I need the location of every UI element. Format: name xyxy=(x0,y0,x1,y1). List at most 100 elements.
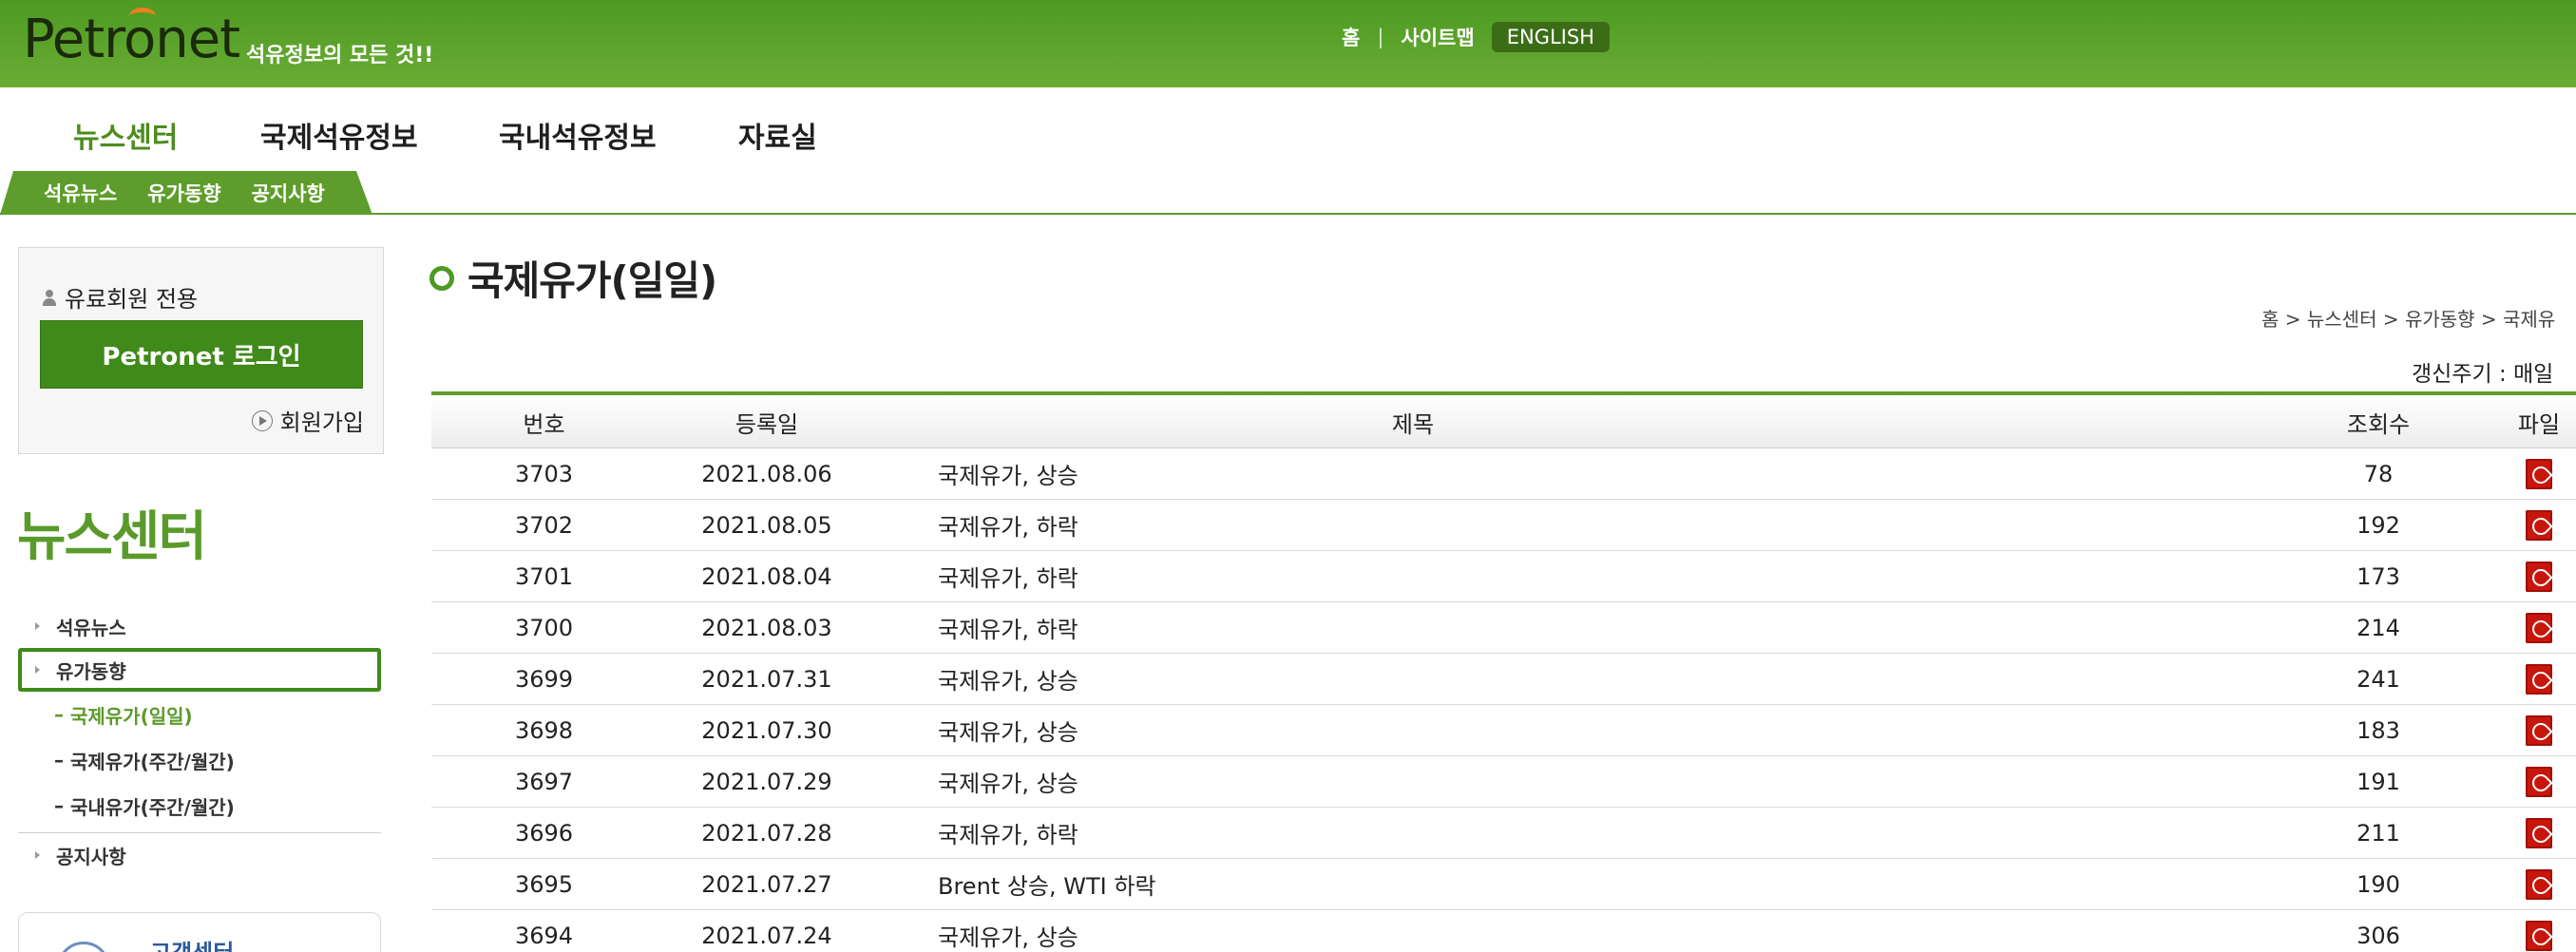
table-row[interactable]: 3699 2021.07.31 국제유가, 상승 241 xyxy=(431,654,2576,705)
col-header-number: 번호 xyxy=(523,410,565,438)
member-only-label: 유료회원 전용 xyxy=(40,280,198,314)
subnav-oil-news[interactable]: 석유뉴스 xyxy=(44,179,117,207)
sidebar-subitem-label: 국내유가(주간/월간) xyxy=(69,795,235,819)
circle-play-icon xyxy=(251,409,273,431)
row-date: 2021.07.27 xyxy=(701,870,832,898)
row-title-link[interactable]: 국제유가, 하락 xyxy=(938,602,1888,653)
sub-navigation: 석유뉴스 유가동향 공지사항 xyxy=(0,171,372,215)
row-date: 2021.07.29 xyxy=(701,768,832,795)
table-row[interactable]: 3695 2021.07.27 Brent 상승, WTI 하락 190 xyxy=(431,859,2576,910)
row-file xyxy=(2434,756,2576,807)
row-title-link[interactable]: 국제유가, 상승 xyxy=(938,654,1888,704)
row-title-link[interactable]: 국제유가, 상승 xyxy=(938,448,1888,499)
sidebar-subitem-intl-daily[interactable]: – 국제유가(일일) xyxy=(18,692,381,737)
row-views: 190 xyxy=(2357,870,2400,898)
row-number: 3703 xyxy=(514,460,574,487)
row-file xyxy=(2434,808,2576,858)
sidebar-item-price-trends[interactable]: 유가동향 xyxy=(18,648,381,692)
person-icon xyxy=(40,288,59,307)
dash-icon: – xyxy=(54,749,70,771)
row-title-link[interactable]: 국제유가, 상승 xyxy=(938,705,1888,755)
table-row[interactable]: 3698 2021.07.30 국제유가, 상승 183 xyxy=(431,705,2576,756)
row-views: 183 xyxy=(2357,716,2400,744)
row-file xyxy=(2434,654,2576,704)
row-date: 2021.08.03 xyxy=(701,614,832,641)
row-views: 241 xyxy=(2357,665,2400,693)
row-number: 3701 xyxy=(514,562,574,590)
table-row[interactable]: 3700 2021.08.03 국제유가, 하락 214 xyxy=(431,602,2576,654)
table-row[interactable]: 3703 2021.08.06 국제유가, 상승 78 xyxy=(431,448,2576,500)
table-row[interactable]: 3702 2021.08.05 국제유가, 하락 192 xyxy=(431,500,2576,551)
table-row[interactable]: 3694 2021.07.24 국제유가, 상승 306 xyxy=(431,910,2576,952)
pdf-icon[interactable] xyxy=(2526,714,2552,746)
row-title-link[interactable]: 국제유가, 하락 xyxy=(938,551,1888,601)
row-number: 3699 xyxy=(514,665,574,693)
pdf-icon[interactable] xyxy=(2526,612,2552,643)
row-number: 3696 xyxy=(514,819,574,847)
table-row[interactable]: 3697 2021.07.29 국제유가, 상승 191 xyxy=(431,756,2576,808)
row-title-link[interactable]: 국제유가, 상승 xyxy=(938,756,1888,807)
arrow-right-icon xyxy=(35,851,40,859)
row-file xyxy=(2434,551,2576,601)
nav-domestic-petroleum[interactable]: 국내석유정보 xyxy=(499,114,657,156)
home-link[interactable]: 홈 xyxy=(1342,23,1360,51)
row-date: 2021.07.30 xyxy=(701,716,832,744)
row-title-link[interactable]: 국제유가, 하락 xyxy=(938,808,1888,858)
sidebar-item-oil-news[interactable]: 석유뉴스 xyxy=(18,604,381,648)
pdf-icon[interactable] xyxy=(2526,766,2552,797)
price-table: 번호 등록일 제목 조회수 파일 3703 2021.08.06 국제유가, 상승 7… xyxy=(431,391,2576,952)
row-number: 3694 xyxy=(514,922,574,949)
row-number: 3697 xyxy=(514,768,574,795)
sidebar-subitem-intl-weekly[interactable]: – 국제유가(주간/월간) xyxy=(18,737,381,783)
table-row[interactable]: 3696 2021.07.28 국제유가, 하락 211 xyxy=(431,808,2576,859)
col-header-title: 제목 xyxy=(1391,410,1435,438)
dash-icon: – xyxy=(54,794,70,817)
pdf-icon[interactable] xyxy=(2526,817,2552,848)
sidebar-item-notices[interactable]: 공지사항 xyxy=(18,833,381,877)
pdf-icon[interactable] xyxy=(2526,868,2552,900)
pdf-icon[interactable] xyxy=(2526,509,2552,541)
nav-news-center[interactable]: 뉴스센터 xyxy=(73,114,178,156)
pdf-icon[interactable] xyxy=(2526,920,2552,951)
row-file xyxy=(2434,910,2576,952)
row-views: 306 xyxy=(2357,922,2400,949)
subnav-notices[interactable]: 공지사항 xyxy=(252,179,325,207)
pdf-icon[interactable] xyxy=(2526,663,2552,695)
pdf-icon[interactable] xyxy=(2526,561,2552,592)
dash-icon: – xyxy=(54,703,70,726)
page-title-wrap: 국제유가(일일) xyxy=(429,249,717,307)
row-date: 2021.07.24 xyxy=(701,922,832,949)
subnav-price-trends[interactable]: 유가동향 xyxy=(147,179,220,207)
english-button[interactable]: ENGLISH xyxy=(1491,22,1610,52)
row-title-link[interactable]: 국제유가, 하락 xyxy=(938,500,1888,550)
join-link[interactable]: 회원가입 xyxy=(251,404,364,437)
row-views: 211 xyxy=(2357,819,2400,847)
table-header: 번호 등록일 제목 조회수 파일 xyxy=(431,391,2576,448)
row-views: 214 xyxy=(2357,614,2400,641)
headset-icon xyxy=(57,942,110,952)
top-utility-links: 홈 | 사이트맵 ENGLISH xyxy=(1342,21,1610,53)
sidebar-item-label: 석유뉴스 xyxy=(56,616,126,639)
row-number: 3698 xyxy=(514,716,574,744)
member-only-text: 유료회원 전용 xyxy=(65,286,199,313)
row-file xyxy=(2434,448,2576,499)
sidebar-title: 뉴스센터 xyxy=(17,506,207,568)
login-button[interactable]: Petronet 로그인 xyxy=(40,320,363,389)
table-row[interactable]: 3701 2021.08.04 국제유가, 하락 173 xyxy=(431,551,2576,602)
pdf-icon[interactable] xyxy=(2526,458,2552,489)
logo-arc-icon xyxy=(129,8,156,25)
nav-divider xyxy=(0,213,2576,215)
row-title-link[interactable]: Brent 상승, WTI 하락 xyxy=(938,859,1888,909)
nav-intl-petroleum[interactable]: 국제석유정보 xyxy=(260,114,418,156)
sidebar-subitem-label: 국제유가(일일) xyxy=(69,704,193,728)
customer-center-box[interactable]: 고객센터 xyxy=(18,912,381,952)
top-header-bar: Petronet 석유정보의 모든 것!! 홈 | 사이트맵 ENGLISH xyxy=(0,0,2576,87)
sitemap-link[interactable]: 사이트맵 xyxy=(1401,23,1474,51)
page-title: 국제유가(일일) xyxy=(467,257,717,304)
sidebar-item-label: 공지사항 xyxy=(56,845,126,868)
row-date: 2021.07.31 xyxy=(701,665,832,693)
sidebar-item-label: 유가동향 xyxy=(56,659,126,683)
row-title-link[interactable]: 국제유가, 상승 xyxy=(938,910,1888,952)
nav-archive[interactable]: 자료실 xyxy=(738,114,817,156)
sidebar-subitem-domestic-weekly[interactable]: – 국내유가(주간/월간) xyxy=(18,783,381,828)
